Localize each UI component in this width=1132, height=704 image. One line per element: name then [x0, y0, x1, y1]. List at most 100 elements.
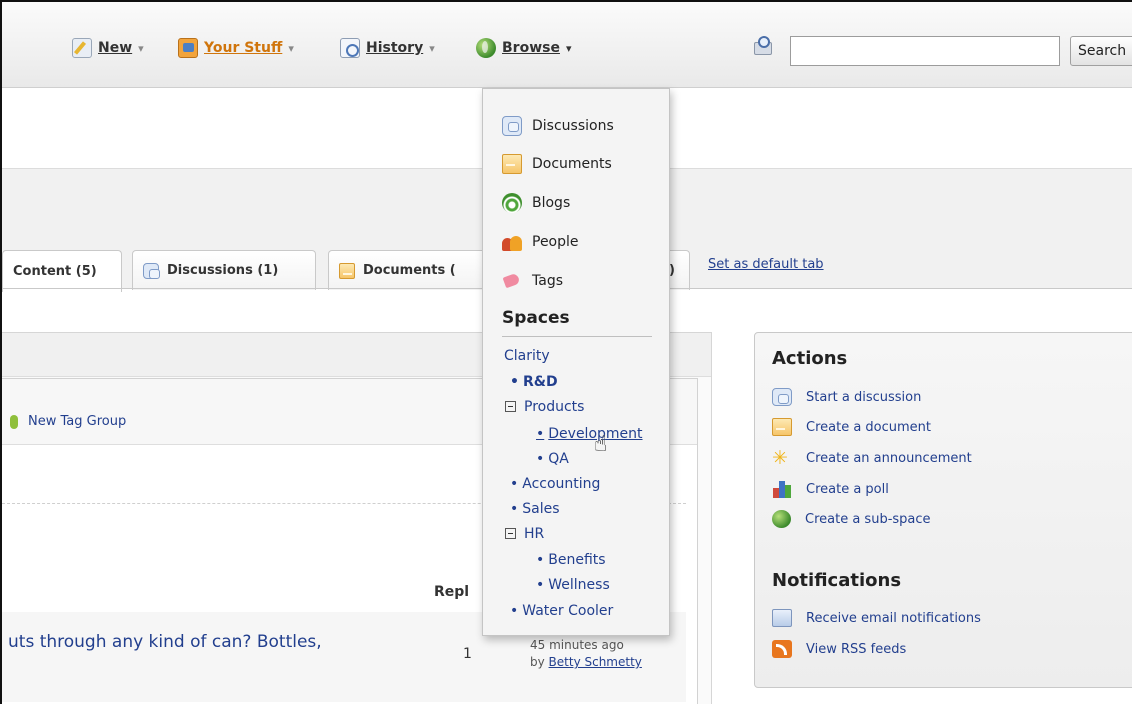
menu-item-blogs[interactable]: Blogs [502, 191, 570, 215]
space-products[interactable]: Products [505, 399, 584, 415]
chevron-down-icon: ▾ [429, 41, 435, 55]
chevron-down-icon: ▾ [565, 41, 572, 55]
new-tag-group-button[interactable]: New Tag Group [10, 414, 126, 429]
actions-heading: Actions [772, 348, 848, 369]
space-development[interactable]: • Development [536, 426, 643, 442]
space-accounting-label: Accounting [522, 476, 601, 492]
create-poll-label: Create a poll [806, 481, 889, 497]
collapse-toggle-icon[interactable] [505, 401, 516, 412]
create-announcement-link[interactable]: Create an announcement [772, 447, 972, 469]
app-frame: New ▾ Your Stuff ▾ History ▾ Browse ▾ Se… [0, 0, 1132, 704]
search-icon [752, 36, 776, 58]
discussion-title-link[interactable]: uts through any kind of can? Bottles, [8, 632, 322, 652]
author-link[interactable]: Betty Schmetty [549, 655, 642, 669]
space-accounting[interactable]: • Accounting [510, 476, 600, 492]
user-folder-icon [178, 38, 198, 58]
space-qa[interactable]: • QA [536, 451, 569, 467]
reply-count: 1 [463, 646, 472, 662]
poll-icon [772, 480, 792, 498]
tag-group-icon [10, 414, 18, 429]
rss-feeds-label: View RSS feeds [806, 641, 907, 657]
space-wellness-label: Wellness [548, 577, 610, 593]
menu-item-documents-label: Documents [532, 156, 612, 172]
discussions-icon [143, 262, 160, 279]
spaces-divider [502, 336, 652, 337]
search-input[interactable] [790, 36, 1060, 66]
space-wellness[interactable]: • Wellness [536, 577, 610, 593]
document-icon [502, 154, 522, 174]
space-sales[interactable]: • Sales [510, 501, 560, 517]
blog-icon [502, 193, 522, 213]
space-rd[interactable]: • R&D [510, 374, 558, 390]
nav-browse-label: Browse [502, 40, 560, 56]
tab-discussions[interactable]: Discussions (1) [132, 250, 316, 290]
nav-your-stuff-menu[interactable]: Your Stuff ▾ [178, 36, 294, 60]
space-water-cooler-label: Water Cooler [522, 603, 614, 619]
create-poll-link[interactable]: Create a poll [772, 478, 889, 500]
spaces-heading: Spaces [502, 308, 570, 328]
menu-item-discussions-label: Discussions [532, 118, 614, 134]
last-activity-time: 45 minutes ago [530, 638, 624, 652]
tag-icon [502, 271, 522, 291]
create-sub-space-link[interactable]: Create a sub-space [772, 508, 931, 530]
chevron-down-icon: ▾ [288, 41, 294, 55]
notifications-heading: Notifications [772, 570, 902, 591]
space-qa-label: QA [548, 451, 569, 467]
space-water-cooler[interactable]: • Water Cooler [510, 603, 613, 619]
email-notifications-label: Receive email notifications [806, 610, 981, 626]
space-hr[interactable]: HR [505, 526, 544, 542]
pencil-page-icon [72, 38, 92, 58]
nav-history-label: History [366, 40, 424, 56]
globe-icon [476, 38, 496, 58]
create-sub-space-label: Create a sub-space [805, 511, 931, 527]
last-activity-author: by Betty Schmetty [530, 655, 642, 669]
tab-content-label: Content (5) [13, 264, 97, 279]
new-tag-group-label: New Tag Group [28, 414, 127, 429]
create-document-label: Create a document [806, 419, 932, 435]
discussions-icon [502, 116, 522, 136]
replies-column-header: Repl [434, 584, 470, 600]
space-sales-label: Sales [522, 501, 560, 517]
start-discussion-link[interactable]: Start a discussion [772, 386, 921, 408]
space-benefits-label: Benefits [548, 552, 606, 568]
document-icon [339, 262, 355, 279]
people-icon [502, 232, 522, 252]
document-icon [772, 418, 792, 436]
collapse-toggle-icon[interactable] [505, 528, 516, 539]
start-discussion-label: Start a discussion [806, 389, 922, 405]
by-prefix: by [530, 655, 549, 669]
tab-content[interactable]: Content (5) [2, 250, 122, 292]
create-document-link[interactable]: Create a document [772, 416, 931, 438]
rss-feeds-link[interactable]: View RSS feeds [772, 638, 906, 660]
email-icon [772, 609, 792, 627]
menu-item-documents[interactable]: Documents [502, 152, 612, 176]
discussions-icon [772, 388, 792, 406]
nav-new-menu[interactable]: New ▾ [72, 36, 144, 60]
search-button[interactable]: Search [1070, 36, 1132, 66]
menu-item-people-label: People [532, 234, 579, 250]
chevron-down-icon: ▾ [138, 41, 144, 55]
announcement-icon [772, 447, 792, 469]
nav-new-label: New [98, 40, 133, 56]
globe-icon [772, 510, 791, 528]
menu-item-tags-label: Tags [532, 273, 563, 289]
menu-item-blogs-label: Blogs [532, 195, 571, 211]
menu-item-discussions[interactable]: Discussions [502, 114, 614, 138]
menu-item-tags[interactable]: Tags [502, 269, 563, 293]
nav-your-stuff-label: Your Stuff [204, 40, 283, 56]
space-products-label: Products [524, 399, 585, 415]
top-navigation-bar: New ▾ Your Stuff ▾ History ▾ Browse ▾ Se… [2, 2, 1132, 88]
tab-discussions-label: Discussions (1) [167, 263, 279, 278]
space-benefits[interactable]: • Benefits [536, 552, 606, 568]
tab-documents-label: Documents ( [363, 263, 456, 278]
nav-history-menu[interactable]: History ▾ [340, 36, 435, 60]
menu-item-people[interactable]: People [502, 230, 579, 254]
rss-icon [772, 640, 792, 658]
nav-browse-menu[interactable]: Browse ▾ [476, 36, 572, 60]
create-announcement-label: Create an announcement [806, 450, 972, 466]
set-default-tab-link[interactable]: Set as default tab [708, 257, 824, 272]
history-clock-icon [340, 38, 360, 58]
hand-pointer-cursor-icon: ☝ [594, 432, 608, 457]
email-notifications-link[interactable]: Receive email notifications [772, 607, 981, 629]
space-clarity[interactable]: Clarity [504, 348, 550, 364]
